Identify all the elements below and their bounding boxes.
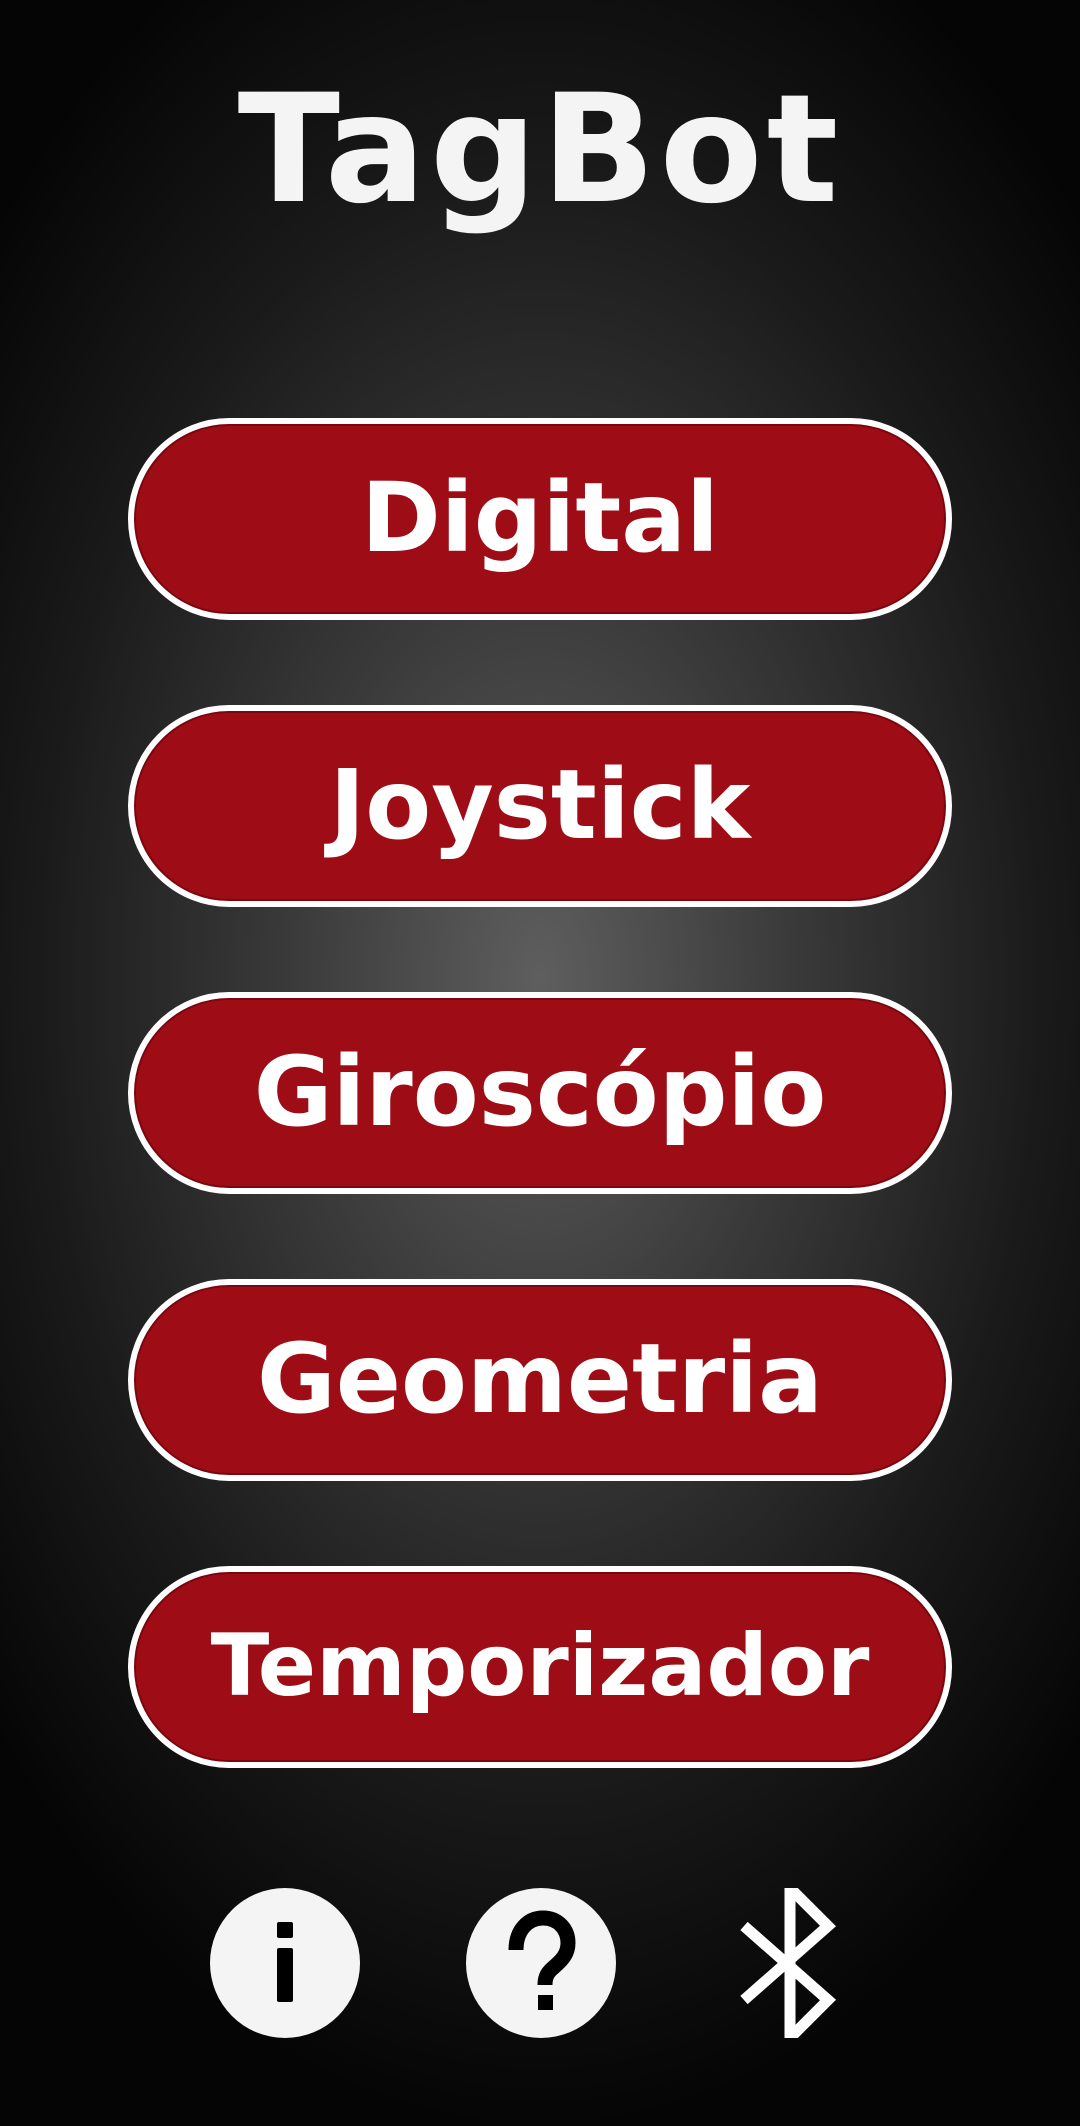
gyroscope-button[interactable]: Giroscópio bbox=[128, 992, 952, 1194]
bluetooth-button[interactable] bbox=[730, 1888, 850, 2038]
app-title: TagBot bbox=[237, 63, 843, 237]
info-icon bbox=[277, 1922, 293, 2002]
bottom-bar bbox=[0, 1888, 1080, 2038]
geometry-button[interactable]: Geometria bbox=[128, 1279, 952, 1481]
timer-button[interactable]: Temporizador bbox=[128, 1566, 952, 1768]
joystick-button[interactable]: Joystick bbox=[128, 705, 952, 907]
help-button[interactable] bbox=[466, 1888, 616, 2038]
info-button[interactable] bbox=[210, 1888, 360, 2038]
help-icon bbox=[508, 1910, 576, 2010]
digital-button[interactable]: Digital bbox=[128, 418, 952, 620]
bluetooth-icon bbox=[740, 1888, 837, 2038]
main-menu: Digital Joystick Giroscópio Geometria Te… bbox=[128, 418, 952, 1853]
